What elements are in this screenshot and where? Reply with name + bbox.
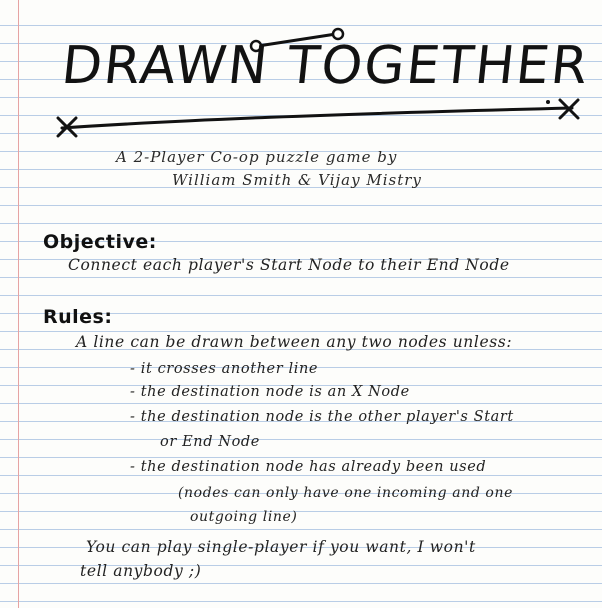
rule-item-note-continuation: outgoing line) xyxy=(190,509,298,525)
rule-item-note: (nodes can only have one incoming and on… xyxy=(178,485,513,501)
objective-heading: Objective: xyxy=(43,231,157,253)
rule-item: - the destination node is the other play… xyxy=(130,409,514,425)
closing-note-line-1: You can play single-player if you want, … xyxy=(86,538,476,556)
title-underline xyxy=(60,106,574,130)
rule-item-continuation: or End Node xyxy=(160,434,260,450)
rules-intro: A line can be drawn between any two node… xyxy=(76,333,513,351)
game-title: DRAWN TOGETHER xyxy=(58,36,593,96)
ink-dot xyxy=(546,100,550,104)
rule-item: - it crosses another line xyxy=(130,361,319,377)
rule-item: - the destination node is an X Node xyxy=(130,384,410,400)
objective-text: Connect each player's Start Node to thei… xyxy=(68,256,510,274)
notebook-page: DRAWN TOGETHER A 2-Player Co-op puzzle g… xyxy=(0,0,602,608)
rule-item: - the destination node has already been … xyxy=(130,459,487,475)
rules-heading: Rules: xyxy=(43,306,113,328)
closing-note-line-2: tell anybody ;) xyxy=(80,562,202,580)
subtitle-line-1: A 2-Player Co-op puzzle game by xyxy=(116,148,398,166)
subtitle-authors: William Smith & Vijay Mistry xyxy=(172,171,422,189)
